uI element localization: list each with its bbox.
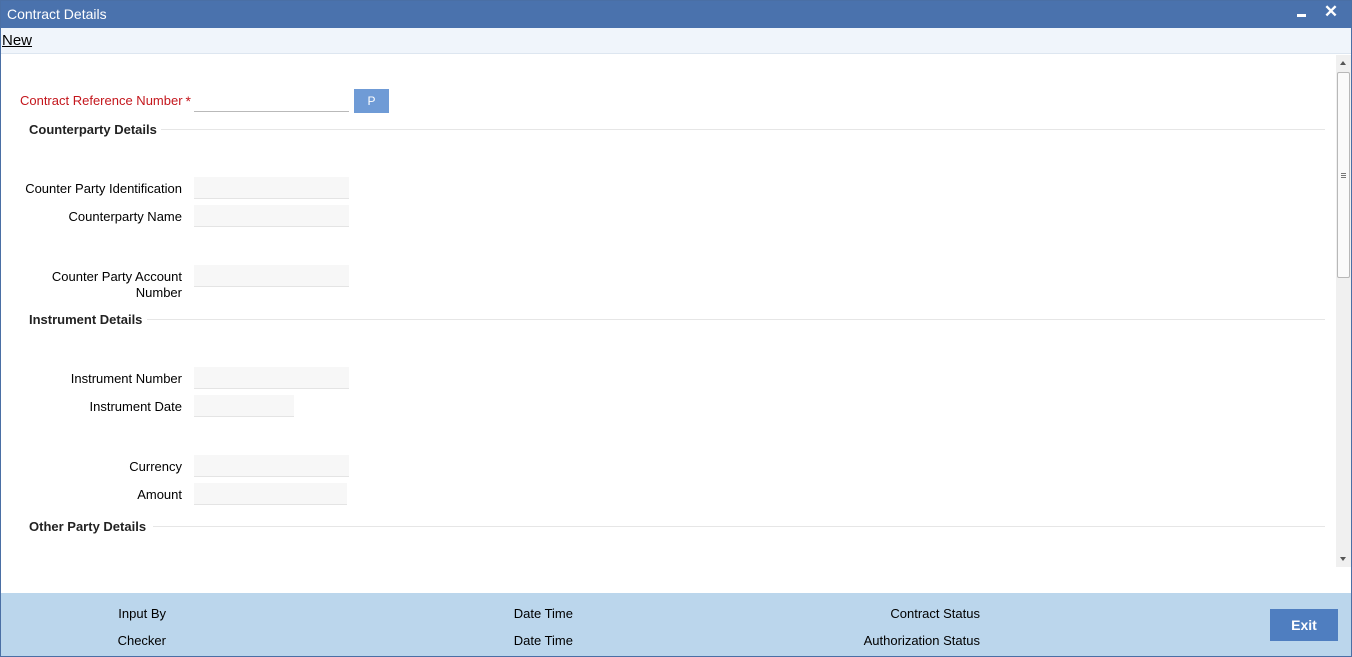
minimize-icon[interactable] [1291, 5, 1311, 25]
instrument-number-label: Instrument Number [70, 371, 182, 386]
required-marker: * [185, 93, 191, 109]
contract-reference-label: Contract Reference Number * [19, 93, 191, 109]
counter-party-account-number-label: Counter Party Account Number [1, 269, 182, 301]
counter-party-account-number-field[interactable] [194, 265, 349, 287]
menu-bar: New [1, 28, 1351, 54]
instrument-date-label: Instrument Date [89, 399, 183, 414]
currency-label: Currency [129, 459, 182, 474]
instrument-date-field[interactable] [194, 395, 294, 417]
form-content: Contract Reference Number * P Counterpart… [1, 55, 1335, 567]
counter-party-account-number-label-line1: Counter Party Account [51, 269, 182, 284]
counter-party-identification-field[interactable] [194, 177, 349, 199]
counterparty-name-label: Counterparty Name [68, 209, 182, 224]
authorization-status-label: Authorization Status [863, 633, 980, 648]
amount-field[interactable] [194, 483, 347, 505]
close-icon[interactable]: ✕ [1321, 3, 1341, 23]
pick-button[interactable]: P [354, 89, 389, 113]
date-time-label-1: Date Time [513, 606, 573, 621]
scroll-down-icon[interactable] [1336, 551, 1351, 567]
currency-field[interactable] [194, 455, 349, 477]
section-divider [153, 526, 1325, 527]
title-bar: Contract Details ✕ [1, 1, 1351, 28]
window-title: Contract Details [7, 6, 107, 22]
footer-panel: Input By Checker Date Time Date Time Con… [1, 593, 1351, 656]
section-counterparty-details: Counterparty Details [29, 122, 157, 137]
vertical-scrollbar[interactable] [1336, 55, 1351, 567]
section-instrument-details: Instrument Details [29, 312, 143, 327]
contract-reference-input[interactable] [194, 90, 349, 112]
section-divider [161, 129, 1325, 130]
date-time-label-2: Date Time [513, 633, 573, 648]
amount-label: Amount [137, 487, 182, 502]
instrument-number-field[interactable] [194, 367, 349, 389]
counter-party-account-number-label-line2: Number [135, 285, 182, 300]
section-divider [147, 319, 1325, 320]
counterparty-name-field[interactable] [194, 205, 349, 227]
exit-button[interactable]: Exit [1270, 609, 1338, 641]
section-other-party-details: Other Party Details [29, 519, 147, 534]
scroll-up-icon[interactable] [1336, 55, 1351, 71]
contract-status-label: Contract Status [890, 606, 980, 621]
grip-icon [1341, 173, 1346, 178]
checker-label: Checker [117, 633, 166, 648]
scrollbar-thumb[interactable] [1337, 72, 1350, 278]
input-by-label: Input By [118, 606, 166, 621]
counter-party-identification-label: Counter Party Identification [25, 181, 182, 196]
new-link[interactable]: New [2, 32, 32, 49]
contract-details-window: Contract Details ✕ New Contract Referenc… [0, 0, 1352, 657]
